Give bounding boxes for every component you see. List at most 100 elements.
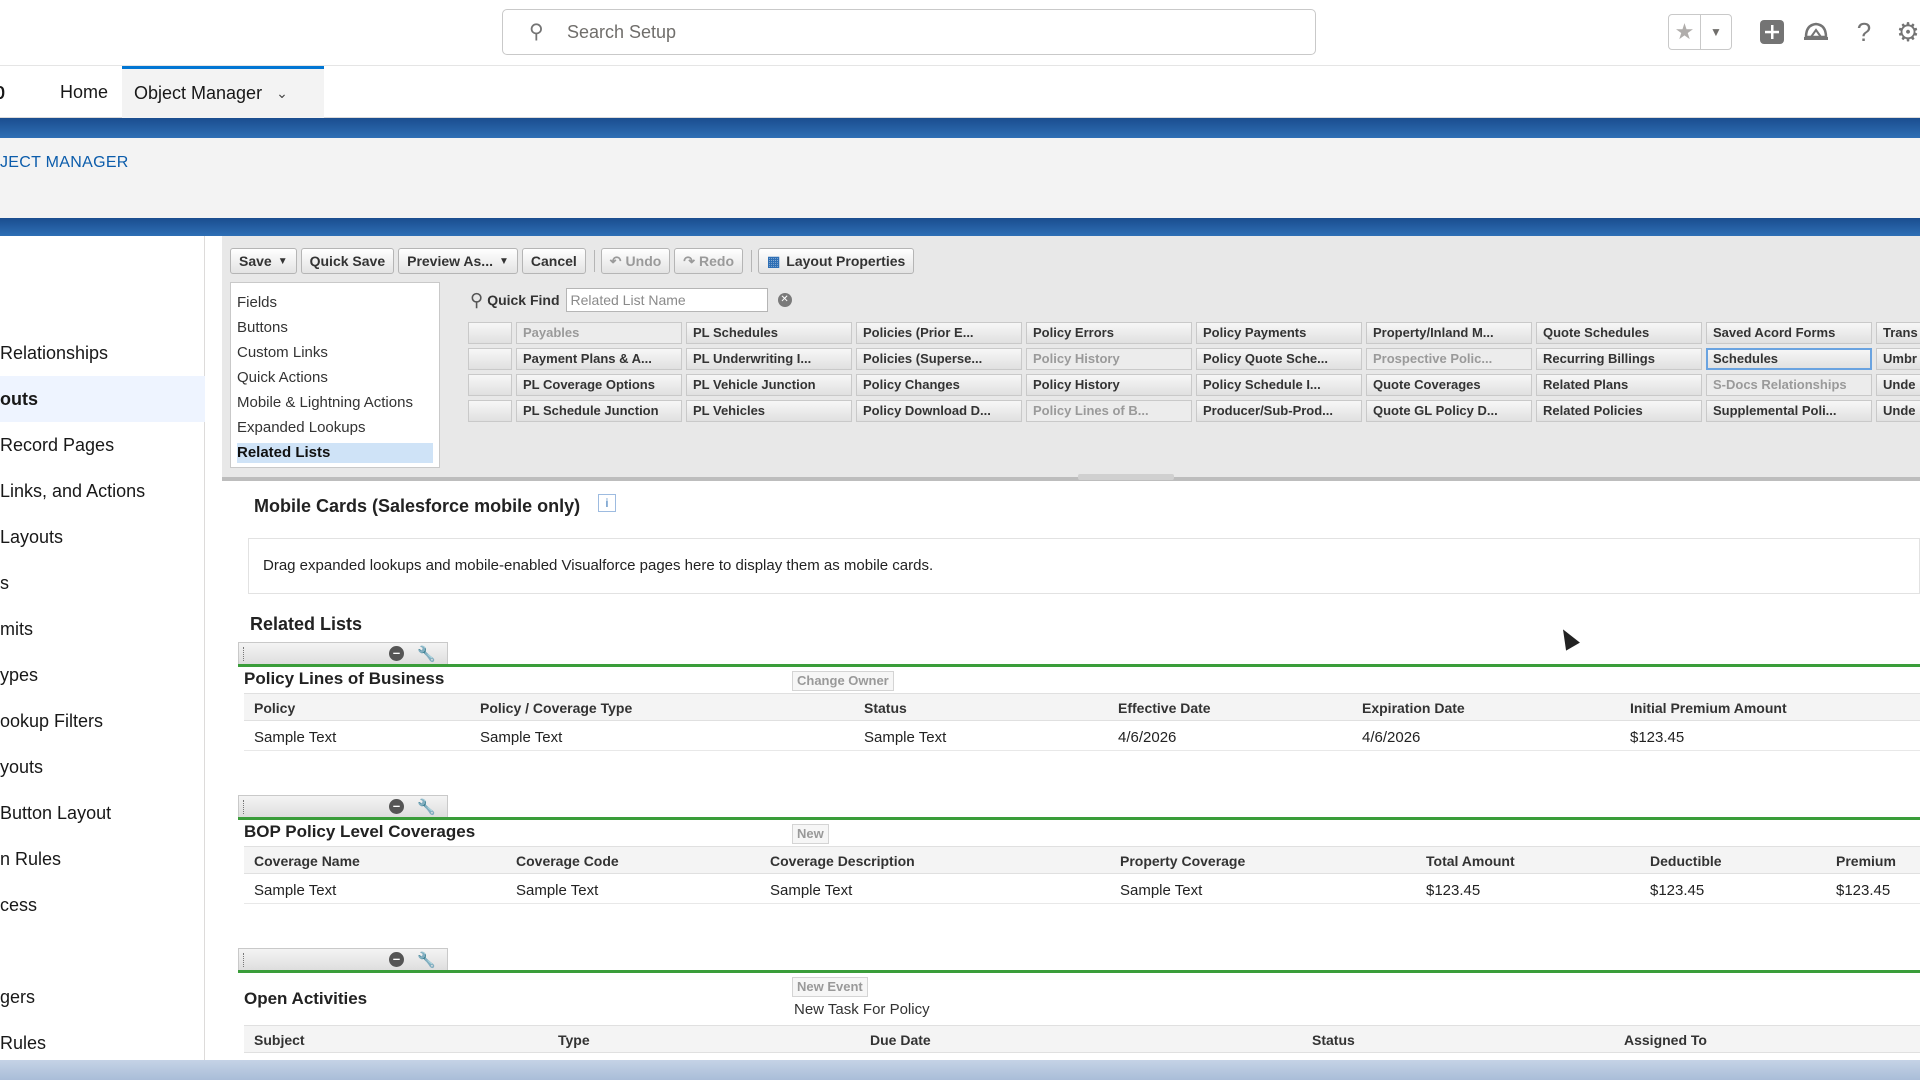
palette-related-list[interactable]: Related Plans [1536,374,1702,396]
drag-handle-icon[interactable] [243,647,246,661]
tab-object-manager[interactable]: Object Manager ⌄ [122,66,324,118]
quick-find-input[interactable] [565,288,768,312]
palette-related-list[interactable]: Related Policies [1536,400,1702,422]
layout-properties-button[interactable]: ▦ Layout Properties [758,248,915,274]
palette-related-list[interactable]: Producer/Sub-Prod... [1196,400,1362,422]
palette-related-list[interactable]: Policies (Superse... [856,348,1022,370]
category-fields[interactable]: Fields [237,293,433,313]
palette-related-list[interactable]: Payables [516,322,682,344]
chevron-down-icon[interactable]: ⌄ [276,85,288,102]
sidebar-item[interactable]: s [0,560,205,606]
palette-related-list[interactable]: PL Schedules [686,322,852,344]
mobile-cards-dropzone[interactable]: Drag expanded lookups and mobile-enabled… [248,538,1920,594]
sidebar-item[interactable]: Layouts [0,514,205,560]
palette-related-list[interactable]: Policy Payments [1196,322,1362,344]
related-list-handle[interactable]: – 🔧 [238,948,448,970]
sidebar-item[interactable]: cess [0,882,205,928]
preview-as-button[interactable]: Preview As... ▼ [398,248,518,274]
remove-icon[interactable]: – [389,799,404,814]
sidebar-item[interactable]: n Rules [0,836,205,882]
breadcrumb[interactable]: JECT MANAGER [0,154,129,172]
palette-related-list[interactable]: Supplemental Poli... [1706,400,1872,422]
setup-search-input[interactable] [567,21,1267,43]
category-expanded-lookups[interactable]: Expanded Lookups [237,418,433,438]
undo-button[interactable]: ↶ Undo [600,248,671,274]
wrench-icon[interactable]: 🔧 [417,798,436,816]
redo-button[interactable]: ↷ Redo [674,248,744,274]
palette-related-list[interactable]: PL Underwriting I... [686,348,852,370]
category-custom-links[interactable]: Custom Links [237,343,433,363]
sidebar-item[interactable]: Relationships [0,330,205,376]
sidebar-item[interactable]: Links, and Actions [0,468,205,514]
palette-related-list[interactable]: Policies (Prior E... [856,322,1022,344]
related-list-bop-coverages[interactable]: BOP Policy Level Coverages New Coverage … [238,817,1920,904]
palette-related-list[interactable]: Policy History [1026,374,1192,396]
sidebar-item[interactable]: Record Pages [0,422,205,468]
remove-icon[interactable]: – [389,646,404,661]
setup-search-box[interactable]: ⚲ [502,9,1316,55]
drag-handle-icon[interactable] [243,953,246,967]
palette-related-list[interactable]: Unde [1876,400,1920,422]
palette-related-list[interactable]: Property/Inland M... [1366,322,1532,344]
gear-icon[interactable]: ⚙ [1892,16,1920,48]
palette-related-list[interactable]: Policy Download D... [856,400,1022,422]
palette-related-list[interactable]: Quote Coverages [1366,374,1532,396]
palette-related-list[interactable]: Prospective Polic... [1366,348,1532,370]
palette-related-list[interactable]: Saved Acord Forms [1706,322,1872,344]
category-buttons[interactable]: Buttons [237,318,433,338]
palette-related-list[interactable]: Policy Schedule I... [1196,374,1362,396]
palette-related-list[interactable]: Quote Schedules [1536,322,1702,344]
palette-related-list[interactable]: PL Coverage Options [516,374,682,396]
category-related-lists[interactable]: Related Lists [237,443,433,463]
star-icon[interactable]: ★ [1669,15,1701,49]
sidebar-item[interactable]: youts [0,744,205,790]
related-list-handle[interactable]: – 🔧 [238,642,448,664]
sidebar-item[interactable]: gers [0,974,205,1020]
drag-handle-icon[interactable] [243,800,246,814]
palette-related-list[interactable]: Policy Quote Sche... [1196,348,1362,370]
related-list-open-activities[interactable]: Open Activities New Event New Task For P… [238,970,1920,1060]
sidebar-item[interactable]: ookup Filters [0,698,205,744]
sidebar-item[interactable]: mits [0,606,205,652]
chevron-down-icon[interactable]: ▼ [499,256,509,267]
sidebar-item-page-layouts[interactable]: outs [0,376,205,422]
wrench-icon[interactable]: 🔧 [417,951,436,969]
tab-home[interactable]: Home [60,66,108,118]
related-list-policy-lines[interactable]: Policy Lines of Business Change Owner Po… [238,664,1920,751]
save-button[interactable]: Save ▼ [230,248,297,274]
palette-related-list[interactable]: Umbr [1876,348,1920,370]
chevron-down-icon[interactable]: ▼ [278,256,288,267]
palette-related-list[interactable]: Schedules [1706,348,1872,370]
palette-blank-cell[interactable] [468,322,512,344]
cancel-button[interactable]: Cancel [521,248,586,274]
remove-icon[interactable]: – [389,952,404,967]
trailhead-icon[interactable] [1800,16,1832,48]
related-list-handle[interactable]: – 🔧 [238,795,448,817]
clear-icon[interactable]: ✕ [777,293,792,307]
sidebar-item[interactable]: Button Layout [0,790,205,836]
help-icon[interactable]: ? [1848,16,1880,48]
palette-related-list[interactable]: Recurring Billings [1536,348,1702,370]
palette-related-list[interactable]: Trans [1876,322,1920,344]
palette-related-list[interactable]: PL Schedule Junction [516,400,682,422]
palette-blank-cell[interactable] [468,374,512,396]
palette-related-list[interactable]: S-Docs Relationships [1706,374,1872,396]
palette-related-list[interactable]: Policy Changes [856,374,1022,396]
quick-save-button[interactable]: Quick Save [300,248,395,274]
palette-related-list[interactable]: Payment Plans & A... [516,348,682,370]
wrench-icon[interactable]: 🔧 [417,645,436,663]
palette-blank-cell[interactable] [468,400,512,422]
palette-related-list[interactable]: Unde [1876,374,1920,396]
add-icon[interactable] [1756,16,1788,48]
palette-blank-cell[interactable] [468,348,512,370]
category-quick-actions[interactable]: Quick Actions [237,368,433,388]
palette-related-list[interactable]: Policy Errors [1026,322,1192,344]
palette-related-list[interactable]: Policy Lines of B... [1026,400,1192,422]
palette-resize-handle[interactable] [1078,474,1174,480]
palette-related-list[interactable]: Quote GL Policy D... [1366,400,1532,422]
palette-related-list[interactable]: PL Vehicles [686,400,852,422]
info-icon[interactable]: i [598,494,616,512]
chevron-down-icon[interactable]: ▼ [1701,15,1731,49]
sidebar-item[interactable]: ypes [0,652,205,698]
palette-related-list[interactable]: PL Vehicle Junction [686,374,852,396]
